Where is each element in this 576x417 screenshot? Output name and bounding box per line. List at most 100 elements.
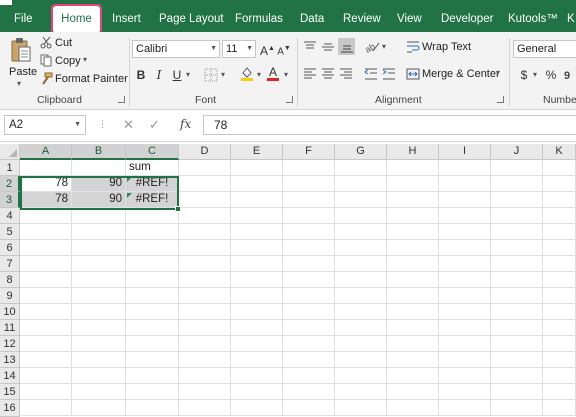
formula-bar-resize-handle[interactable]: ⋮ bbox=[98, 119, 108, 130]
cell-e11[interactable] bbox=[231, 320, 283, 336]
cell-b5[interactable] bbox=[72, 224, 126, 240]
cell-i3[interactable] bbox=[439, 192, 491, 208]
tab-file[interactable]: File bbox=[14, 6, 33, 32]
cell-e15[interactable] bbox=[231, 384, 283, 400]
cell-f7[interactable] bbox=[283, 256, 335, 272]
cell-j1[interactable] bbox=[491, 160, 543, 176]
row-header-6[interactable]: 6 bbox=[0, 240, 20, 256]
currency-button[interactable]: $ bbox=[519, 66, 529, 84]
align-center-icon[interactable] bbox=[321, 67, 335, 81]
cell-g12[interactable] bbox=[335, 336, 387, 352]
tab-view[interactable]: View bbox=[397, 6, 422, 32]
cell-a9[interactable] bbox=[20, 288, 72, 304]
cell-h5[interactable] bbox=[387, 224, 439, 240]
paste-label[interactable]: Paste bbox=[9, 66, 37, 78]
cell-b15[interactable] bbox=[72, 384, 126, 400]
cell-e5[interactable] bbox=[231, 224, 283, 240]
cell-e7[interactable] bbox=[231, 256, 283, 272]
cell-g3[interactable] bbox=[335, 192, 387, 208]
cell-h3[interactable] bbox=[387, 192, 439, 208]
cell-k4[interactable] bbox=[543, 208, 576, 224]
cell-d9[interactable] bbox=[179, 288, 231, 304]
orientation-icon[interactable]: ab bbox=[364, 40, 380, 54]
scissors-icon[interactable] bbox=[40, 36, 53, 49]
cell-j9[interactable] bbox=[491, 288, 543, 304]
cell-i4[interactable] bbox=[439, 208, 491, 224]
column-header-c[interactable]: C bbox=[126, 144, 179, 160]
tab-insert[interactable]: Insert bbox=[112, 6, 141, 32]
wrap-text-button[interactable]: Wrap Text bbox=[422, 41, 471, 53]
cell-g15[interactable] bbox=[335, 384, 387, 400]
cell-j13[interactable] bbox=[491, 352, 543, 368]
cell-k11[interactable] bbox=[543, 320, 576, 336]
cell-f6[interactable] bbox=[283, 240, 335, 256]
cell-g4[interactable] bbox=[335, 208, 387, 224]
tab-review[interactable]: Review bbox=[343, 6, 381, 32]
cell-h11[interactable] bbox=[387, 320, 439, 336]
cell-a1[interactable] bbox=[20, 160, 72, 176]
cell-a14[interactable] bbox=[20, 368, 72, 384]
name-box-dropdown-icon[interactable]: ▼ bbox=[74, 116, 81, 134]
tab-kutools[interactable]: Kutools™ bbox=[508, 6, 558, 32]
cell-c6[interactable] bbox=[126, 240, 179, 256]
cell-d12[interactable] bbox=[179, 336, 231, 352]
cell-e9[interactable] bbox=[231, 288, 283, 304]
cell-a11[interactable] bbox=[20, 320, 72, 336]
cell-f4[interactable] bbox=[283, 208, 335, 224]
cell-c10[interactable] bbox=[126, 304, 179, 320]
cell-e6[interactable] bbox=[231, 240, 283, 256]
cell-b6[interactable] bbox=[72, 240, 126, 256]
tab-k-overflow[interactable]: K bbox=[567, 6, 575, 32]
tab-formulas[interactable]: Formulas bbox=[235, 6, 283, 32]
row-header-7[interactable]: 7 bbox=[0, 256, 20, 272]
alignment-launcher-icon[interactable] bbox=[497, 96, 504, 103]
cell-i11[interactable] bbox=[439, 320, 491, 336]
fill-color-dropdown-icon[interactable]: ▾ bbox=[255, 66, 263, 84]
fill-color-icon[interactable] bbox=[240, 66, 254, 82]
cell-f5[interactable] bbox=[283, 224, 335, 240]
cell-c15[interactable] bbox=[126, 384, 179, 400]
cell-h2[interactable] bbox=[387, 176, 439, 192]
cell-c12[interactable] bbox=[126, 336, 179, 352]
cell-k12[interactable] bbox=[543, 336, 576, 352]
cell-f8[interactable] bbox=[283, 272, 335, 288]
cell-h10[interactable] bbox=[387, 304, 439, 320]
cell-k2[interactable] bbox=[543, 176, 576, 192]
font-color-icon[interactable]: A bbox=[266, 65, 280, 82]
column-header-g[interactable]: G bbox=[335, 144, 387, 160]
cell-a6[interactable] bbox=[20, 240, 72, 256]
cell-i6[interactable] bbox=[439, 240, 491, 256]
increase-font-size-icon[interactable]: A▲ bbox=[260, 40, 275, 58]
cell-a10[interactable] bbox=[20, 304, 72, 320]
cell-g9[interactable] bbox=[335, 288, 387, 304]
cell-g8[interactable] bbox=[335, 272, 387, 288]
align-left-icon[interactable] bbox=[303, 67, 317, 81]
cell-j11[interactable] bbox=[491, 320, 543, 336]
cell-b4[interactable] bbox=[72, 208, 126, 224]
column-header-f[interactable]: F bbox=[283, 144, 335, 160]
cell-a13[interactable] bbox=[20, 352, 72, 368]
cell-k13[interactable] bbox=[543, 352, 576, 368]
cell-d5[interactable] bbox=[179, 224, 231, 240]
cell-h7[interactable] bbox=[387, 256, 439, 272]
cell-a4[interactable] bbox=[20, 208, 72, 224]
cell-h12[interactable] bbox=[387, 336, 439, 352]
column-header-d[interactable]: D bbox=[179, 144, 231, 160]
cell-d3[interactable] bbox=[179, 192, 231, 208]
cell-c14[interactable] bbox=[126, 368, 179, 384]
cell-j14[interactable] bbox=[491, 368, 543, 384]
cell-g14[interactable] bbox=[335, 368, 387, 384]
number-format-combo[interactable]: General bbox=[513, 40, 576, 58]
cell-i10[interactable] bbox=[439, 304, 491, 320]
cell-e10[interactable] bbox=[231, 304, 283, 320]
font-launcher-icon[interactable] bbox=[286, 96, 293, 103]
cell-i12[interactable] bbox=[439, 336, 491, 352]
cell-d15[interactable] bbox=[179, 384, 231, 400]
cell-h1[interactable] bbox=[387, 160, 439, 176]
cell-i9[interactable] bbox=[439, 288, 491, 304]
decrease-font-size-icon[interactable]: A▼ bbox=[277, 40, 291, 58]
cell-a5[interactable] bbox=[20, 224, 72, 240]
cell-k9[interactable] bbox=[543, 288, 576, 304]
cell-j16[interactable] bbox=[491, 400, 543, 416]
row-header-8[interactable]: 8 bbox=[0, 272, 20, 288]
